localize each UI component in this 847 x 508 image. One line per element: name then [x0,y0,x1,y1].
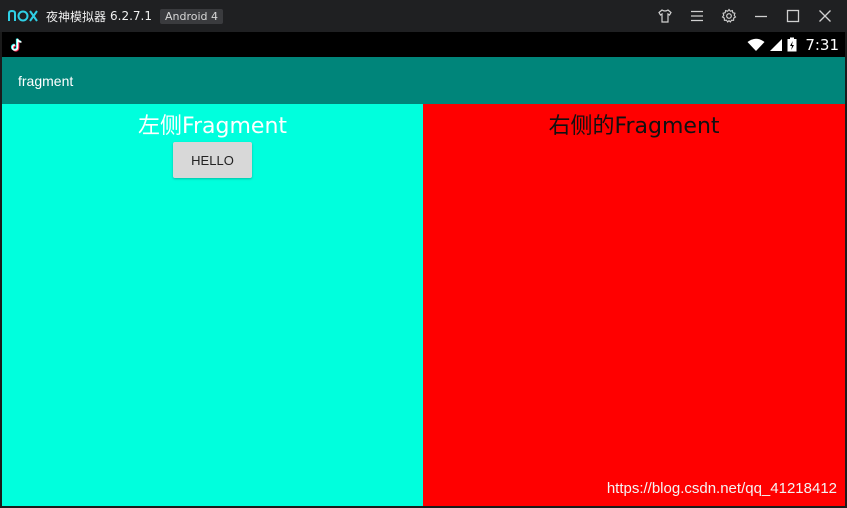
android-version-badge: Android 4 [160,8,224,24]
settings-button[interactable] [713,0,745,32]
android-statusbar: 7:31 [2,32,845,57]
tiktok-icon [10,37,22,52]
minimize-button[interactable] [745,0,777,32]
signal-icon [770,38,783,51]
maximize-button[interactable] [777,0,809,32]
frame-edge-left [0,32,2,508]
app-title: fragment [18,72,74,89]
close-button[interactable] [809,0,841,32]
settings-icon [721,8,737,23]
watermark-url: https://blog.csdn.net/qq_41218412 [606,480,837,497]
emulator-version: 6.2.7.1 [110,9,152,23]
close-icon [819,10,831,22]
right-fragment: 右侧的Fragment [423,104,845,506]
window-controls [649,0,841,32]
left-fragment-title: 左侧Fragment [137,114,288,139]
status-clock: 7:31 [805,35,839,54]
skin-button[interactable] [649,0,681,32]
battery-icon [787,37,797,52]
menu-button[interactable] [681,0,713,32]
right-fragment-title: 右侧的Fragment [548,114,720,139]
app-actionbar: fragment [2,57,845,104]
nox-logo [8,9,38,23]
minimize-icon [755,15,767,18]
emulator-name: 夜神模拟器 [46,9,107,24]
wifi-icon [747,38,765,51]
skin-icon [658,9,672,23]
emulator-titlebar: 夜神模拟器 6.2.7.1 Android 4 [0,0,847,32]
left-fragment: 左侧Fragment HELLO [2,104,423,506]
menu-icon [691,10,703,22]
hello-button[interactable]: HELLO [173,142,252,178]
maximize-icon [786,9,800,23]
